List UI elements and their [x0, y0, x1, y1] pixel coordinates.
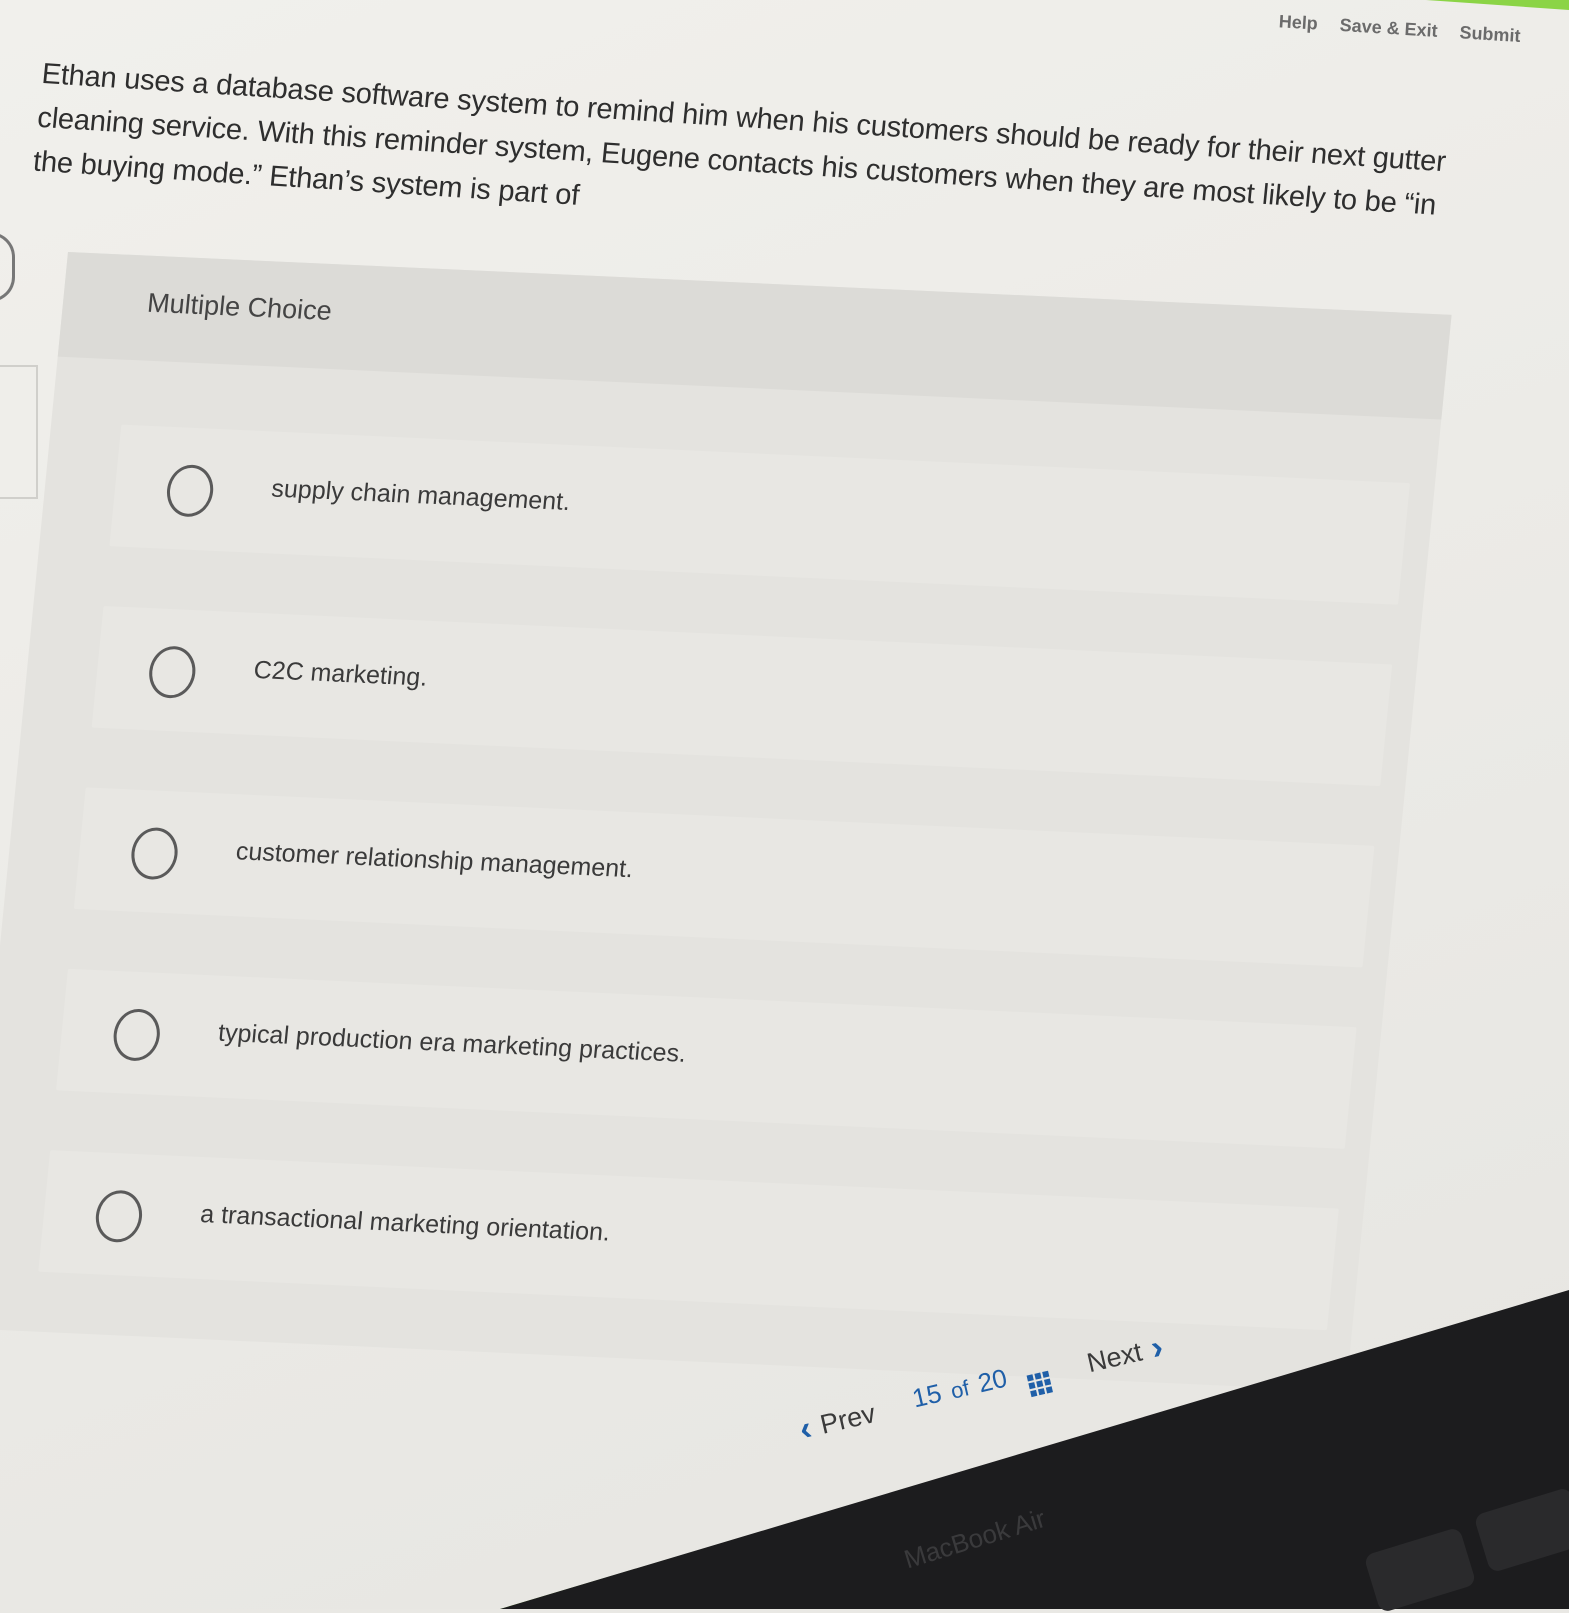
choice-label: a transactional marketing orientation. — [199, 1200, 612, 1247]
question-grid-icon[interactable] — [1026, 1370, 1054, 1398]
choice-label: supply chain management. — [270, 474, 572, 516]
answer-panel: Multiple Choice supply chain management.… — [0, 252, 1452, 1392]
question-text: Ethan uses a database software system to… — [31, 57, 1448, 222]
prev-button[interactable]: ‹ Prev — [796, 1394, 880, 1449]
submit-link[interactable]: Submit — [1459, 22, 1521, 47]
choice-option-b[interactable]: C2C marketing. — [91, 605, 1393, 787]
header-links: Help Save & Exit Submit — [1278, 11, 1521, 47]
side-panel-edge — [0, 365, 38, 499]
choice-option-d[interactable]: typical production era marketing practic… — [56, 968, 1357, 1149]
side-tab-handle[interactable] — [0, 232, 15, 302]
current-question-number: 15 — [909, 1377, 945, 1414]
top-accent-strip — [1359, 0, 1569, 11]
choice-option-a[interactable]: supply chain management. — [109, 424, 1410, 605]
chevron-left-icon: ‹ — [795, 1408, 816, 1449]
next-label: Next — [1084, 1336, 1145, 1378]
help-link[interactable]: Help — [1278, 11, 1318, 34]
counter-of: of — [948, 1375, 972, 1404]
radio-circle-icon[interactable] — [128, 826, 181, 881]
radio-circle-icon[interactable] — [93, 1189, 145, 1244]
choice-option-c[interactable]: customer relationship management. — [73, 787, 1375, 968]
choice-label: customer relationship management. — [234, 837, 635, 884]
total-questions: 20 — [974, 1362, 1010, 1399]
choice-option-e[interactable]: a transactional marketing orientation. — [38, 1150, 1339, 1331]
question-type-label: Multiple Choice — [145, 287, 334, 326]
save-exit-link[interactable]: Save & Exit — [1339, 15, 1438, 42]
radio-circle-icon[interactable] — [164, 463, 216, 518]
radio-circle-icon[interactable] — [111, 1007, 163, 1062]
choice-label: C2C marketing. — [252, 655, 429, 692]
radio-circle-icon[interactable] — [146, 645, 198, 700]
prev-label: Prev — [817, 1397, 879, 1440]
choice-label: typical production era marketing practic… — [216, 1018, 688, 1068]
panel-header: Multiple Choice — [57, 252, 1452, 420]
